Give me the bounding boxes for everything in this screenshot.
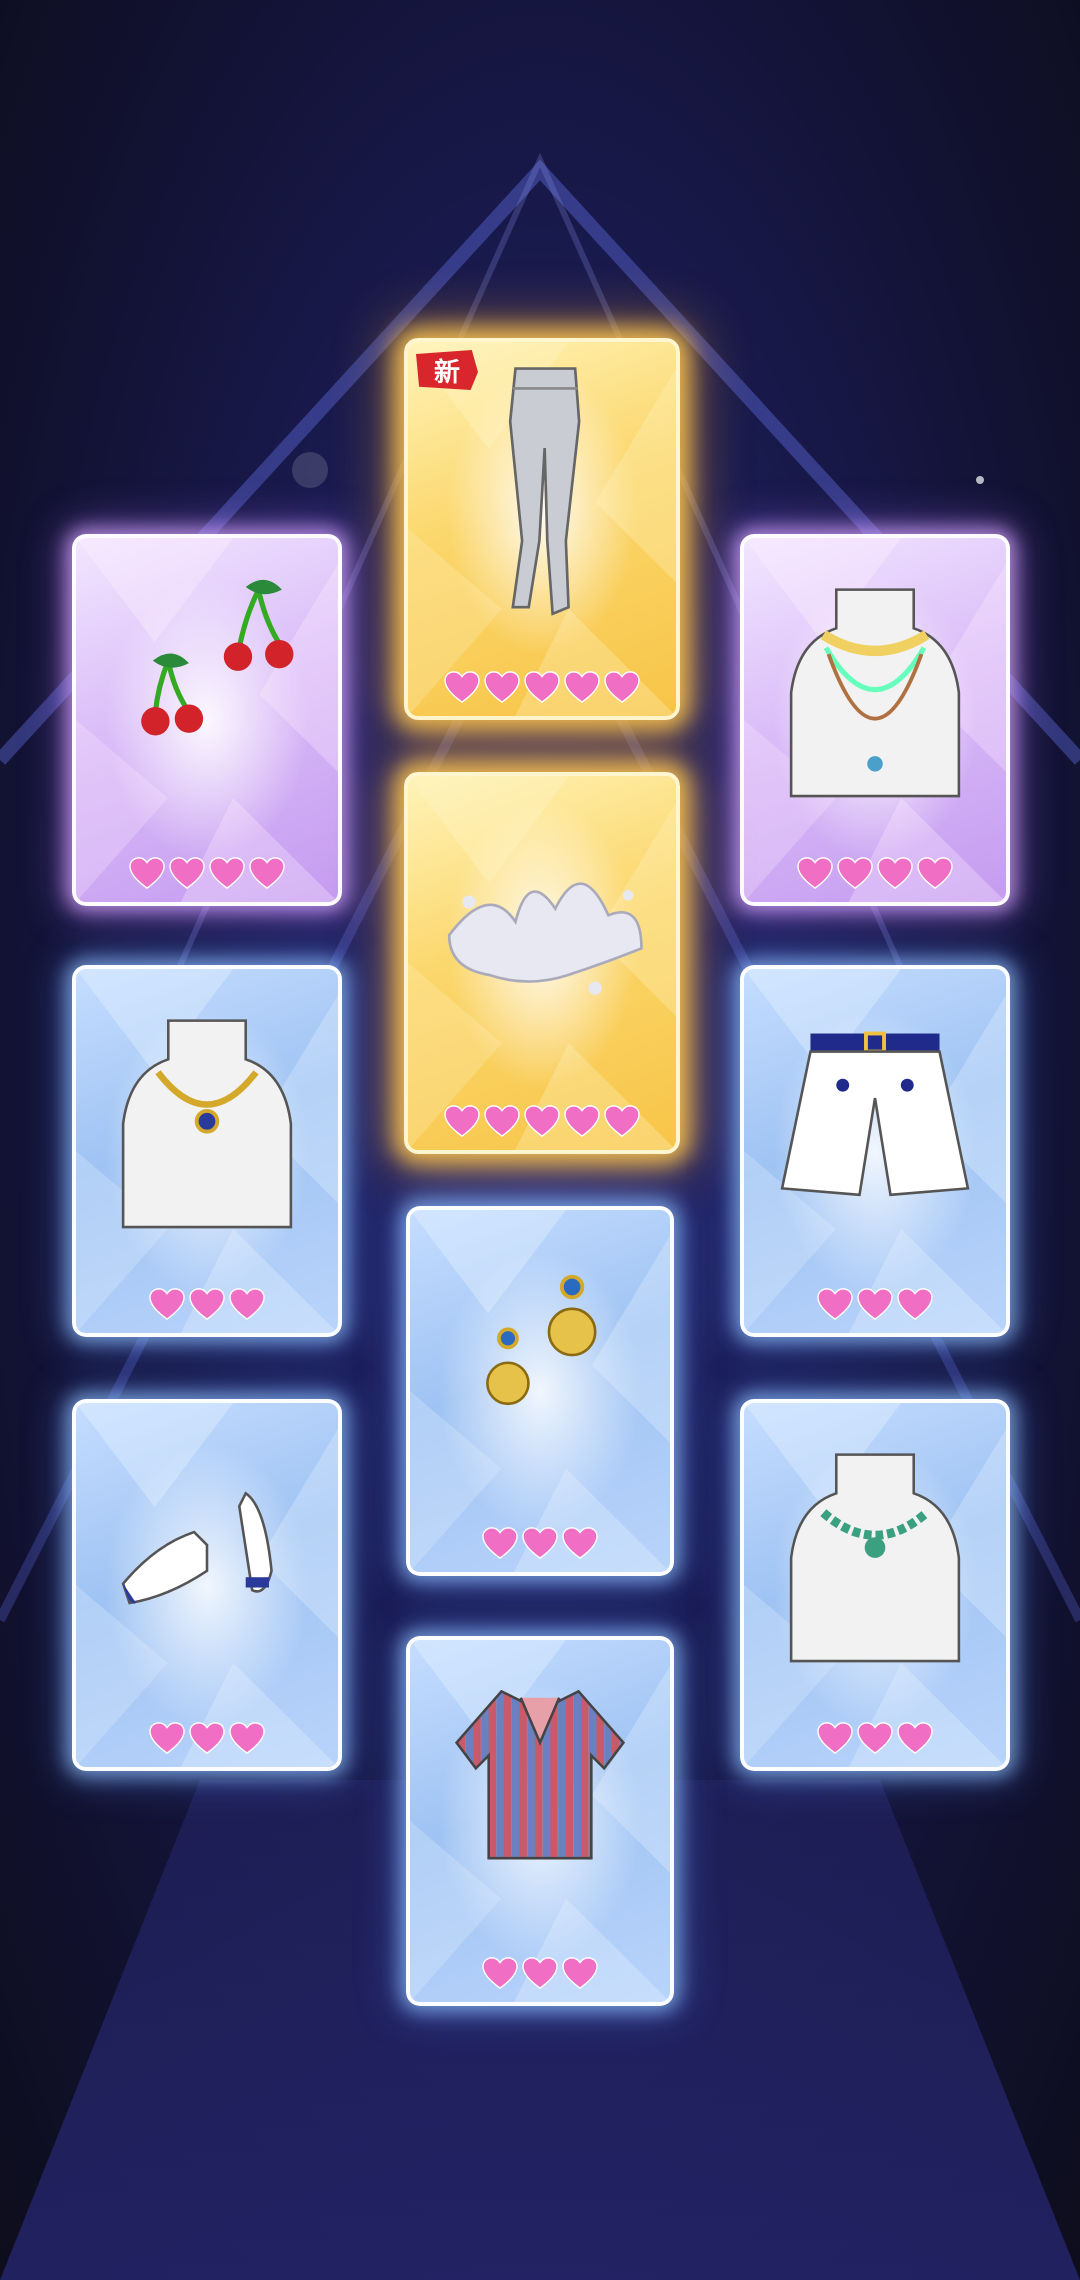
reward-card-splash-effect[interactable] (404, 772, 680, 1154)
heart-icon (876, 856, 914, 894)
reward-card-gold-sun-earrings[interactable] (406, 1206, 674, 1576)
heart-icon (228, 1287, 266, 1325)
heart-icon (916, 856, 954, 894)
rarity-hearts (410, 1526, 670, 1564)
heart-icon (856, 1721, 894, 1759)
heart-icon (796, 856, 834, 894)
heart-icon (603, 670, 641, 708)
heart-icon (148, 1287, 186, 1325)
sun-earrings-icon (410, 1210, 670, 1492)
heart-icon (896, 1721, 934, 1759)
heart-icon (443, 670, 481, 708)
heart-icon (896, 1287, 934, 1325)
heart-icon (523, 670, 561, 708)
heart-icon (523, 1104, 561, 1142)
heart-icon (483, 1104, 521, 1142)
heart-icon (603, 1104, 641, 1142)
heart-icon (128, 856, 166, 894)
heart-icon (228, 1721, 266, 1759)
heart-icon (521, 1956, 559, 1994)
striped-shirt-icon (410, 1640, 670, 1922)
heart-icon (148, 1721, 186, 1759)
heart-icon (481, 1956, 519, 1994)
loafers-icon (76, 1403, 338, 1687)
rarity-hearts (408, 670, 676, 708)
rarity-hearts (76, 1721, 338, 1759)
reward-card-white-loafers[interactable] (72, 1399, 342, 1771)
reward-card-cherry-earrings[interactable] (72, 534, 342, 906)
heart-icon (563, 670, 601, 708)
heart-icon (856, 1287, 894, 1325)
reward-card-green-gem-necklace[interactable] (740, 1399, 1010, 1771)
reward-card-striped-shirt[interactable] (406, 1636, 674, 2006)
reward-card-pantyhose[interactable]: 新 (404, 338, 680, 720)
heart-icon (188, 1287, 226, 1325)
heart-icon (443, 1104, 481, 1142)
gacha-result-stage: 新 (0, 0, 1080, 2280)
rarity-hearts (408, 1104, 676, 1142)
rarity-hearts (744, 1287, 1006, 1325)
heart-icon (561, 1526, 599, 1564)
heart-icon (816, 1287, 854, 1325)
shorts-icon (744, 969, 1006, 1253)
heart-icon (188, 1721, 226, 1759)
layered-necklace-icon (744, 538, 1006, 822)
reward-card-flower-layered-necklace[interactable] (740, 534, 1010, 906)
rarity-hearts (76, 856, 338, 894)
gem-necklace-icon (744, 1403, 1006, 1687)
cherry-icon (76, 538, 338, 822)
new-badge: 新 (416, 350, 478, 390)
rarity-hearts (744, 856, 1006, 894)
reward-card-white-shorts[interactable] (740, 965, 1010, 1337)
pendant-necklace-icon (76, 969, 338, 1253)
heart-icon (521, 1526, 559, 1564)
heart-icon (208, 856, 246, 894)
water-splash-icon (408, 776, 676, 1068)
heart-icon (816, 1721, 854, 1759)
heart-icon (248, 856, 286, 894)
reward-card-chain-pendant-necklace[interactable] (72, 965, 342, 1337)
heart-icon (561, 1956, 599, 1994)
rarity-hearts (744, 1721, 1006, 1759)
rarity-hearts (410, 1956, 670, 1994)
heart-icon (483, 670, 521, 708)
heart-icon (481, 1526, 519, 1564)
heart-icon (168, 856, 206, 894)
heart-icon (836, 856, 874, 894)
rarity-hearts (76, 1287, 338, 1325)
heart-icon (563, 1104, 601, 1142)
